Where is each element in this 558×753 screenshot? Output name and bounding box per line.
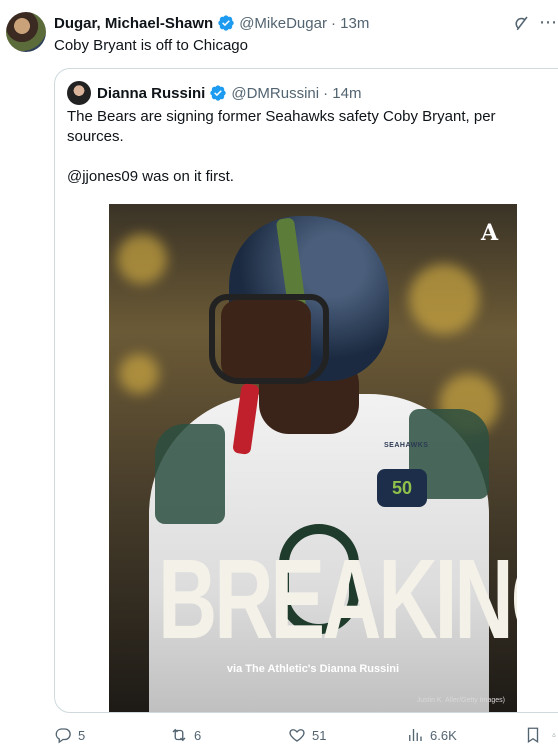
share-icon — [552, 733, 556, 737]
quoted-tweet-header: Dianna Russini @DMRussini · 14m — [97, 81, 361, 105]
background-bokeh — [117, 234, 167, 284]
quoted-author-avatar[interactable] — [67, 81, 91, 105]
heart-icon — [289, 729, 305, 742]
like-count: 51 — [312, 727, 327, 743]
media-image[interactable]: SEAHAWKS 50 A BREAKING via The Athletic'… — [109, 204, 517, 712]
breaking-headline: BREAKING — [157, 534, 517, 662]
quoted-author-name[interactable]: Dianna Russini — [97, 85, 205, 102]
verified-badge-icon — [218, 15, 234, 31]
media-subline: via The Athletic's Dianna Russini — [226, 663, 400, 675]
tweet[interactable]: Dugar, Michael-Shawn @MikeDugar · 13m ⋯ … — [0, 0, 558, 753]
author-handle[interactable]: @MikeDugar — [239, 15, 327, 32]
verified-badge-icon — [210, 85, 227, 101]
quoted-tweet-time[interactable]: · 14m — [323, 85, 361, 102]
reply-button[interactable]: 5 — [54, 722, 85, 748]
grok-icon[interactable] — [512, 14, 530, 32]
quoted-paragraph: @jjones09 was on it first. — [67, 168, 234, 185]
tweet-text: Coby Bryant is off to Chicago — [54, 37, 248, 54]
reply-icon — [55, 728, 71, 744]
quoted-author-handle[interactable]: @DMRussini — [231, 85, 319, 102]
view-count: 6.6K — [430, 727, 457, 743]
jersey-patch: 50 — [377, 469, 427, 507]
jersey-text: SEAHAWKS — [384, 442, 429, 449]
jersey-shoulder — [155, 424, 225, 524]
background-bokeh — [119, 354, 159, 394]
views-button[interactable]: 6.6K — [406, 722, 457, 748]
helmet-facemask — [209, 294, 329, 384]
athletic-logo: A — [481, 220, 499, 246]
share-button[interactable] — [552, 722, 558, 748]
quoted-tweet[interactable]: Dianna Russini @DMRussini · 14m The Bear… — [54, 68, 558, 713]
bookmark-button[interactable] — [524, 722, 548, 748]
tweet-time[interactable]: · 13m — [331, 15, 369, 32]
tweet-actions: 5 6 51 6.6K — [54, 722, 558, 748]
author-name[interactable]: Dugar, Michael-Shawn — [54, 15, 213, 32]
background-bokeh — [409, 264, 479, 334]
bookmark-icon — [527, 727, 539, 744]
like-button[interactable]: 51 — [288, 722, 326, 748]
quoted-paragraph: The Bears are signing former Seahawks sa… — [67, 108, 496, 145]
reply-count: 5 — [78, 727, 86, 743]
author-avatar[interactable] — [6, 12, 46, 52]
retweet-icon — [172, 728, 186, 742]
quoted-tweet-text: The Bears are signing former Seahawks sa… — [67, 107, 517, 207]
views-icon — [409, 729, 422, 741]
more-icon[interactable]: ⋯ — [539, 12, 558, 33]
tweet-header: Dugar, Michael-Shawn @MikeDugar · 13m — [54, 12, 558, 34]
retweet-count: 6 — [194, 727, 202, 743]
photo-credit: Justin K. Aller/Getty Images) — [416, 697, 505, 704]
retweet-button[interactable]: 6 — [170, 722, 201, 748]
